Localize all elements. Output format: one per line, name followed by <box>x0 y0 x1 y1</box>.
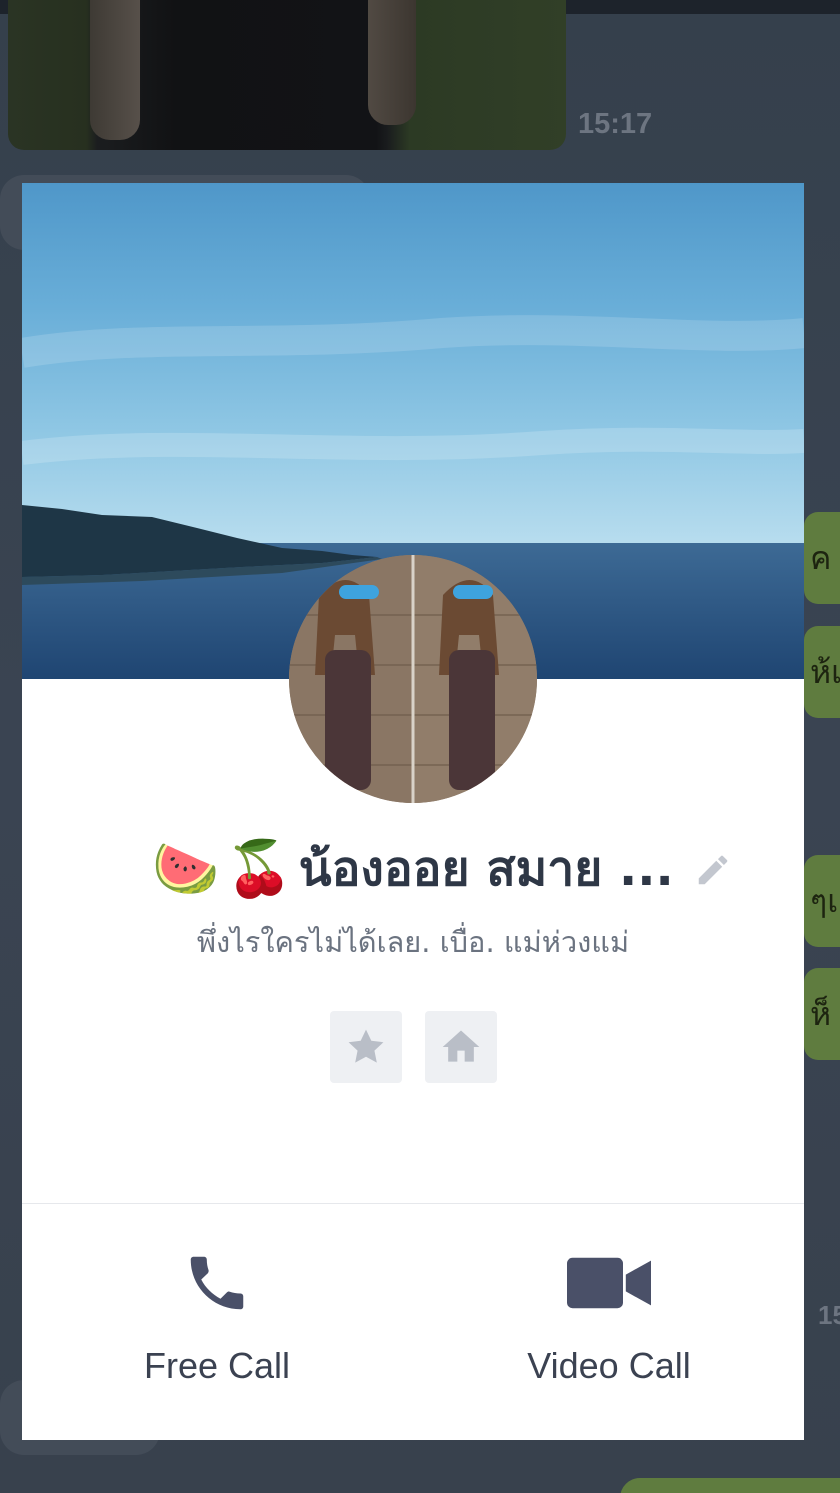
message-timestamp: 15 <box>818 1300 840 1330</box>
chat-bubble-right[interactable]: ๆเ <box>804 855 840 947</box>
video-call-label: Video Call <box>527 1345 691 1386</box>
profile-name-row: 🍉 🍒 น้องออย สมาย ... <box>22 833 804 905</box>
home-button[interactable] <box>425 1011 497 1083</box>
free-call-label: Free Call <box>143 1345 291 1386</box>
cherry-emoji: 🍒 <box>225 837 293 900</box>
free-call-button[interactable]: Free Call <box>67 1243 367 1393</box>
message-timestamp: 15:17 <box>578 108 653 140</box>
favorite-button[interactable] <box>330 1011 402 1083</box>
profile-card: 🍉 🍒 น้องออย สมาย ... พึ่งไรใครไม่ได้เลย.… <box>22 183 804 1440</box>
profile-avatar[interactable] <box>289 555 537 803</box>
video-call-button[interactable]: Video Call <box>459 1243 759 1393</box>
chat-bubble-right[interactable]: ห็ <box>804 968 840 1060</box>
video-camera-icon <box>567 1257 651 1309</box>
profile-name: น้องออย สมาย ... <box>298 841 674 897</box>
watermelon-emoji: 🍉 <box>152 837 220 900</box>
pencil-icon[interactable] <box>694 851 732 889</box>
chat-bubble-right[interactable]: ห้เ <box>804 626 840 718</box>
chat-bubble-right[interactable]: ค <box>804 512 840 604</box>
chat-bubble-right <box>620 1478 840 1493</box>
status-message: พึ่งไรใครไม่ได้เลย. เบื่อ. แม่ห่วงแม่ <box>196 925 630 959</box>
home-icon <box>442 1030 480 1062</box>
card-divider <box>22 1203 804 1204</box>
chat-photo-message[interactable] <box>8 0 566 150</box>
phone-icon <box>190 1256 244 1310</box>
star-icon <box>348 1029 384 1063</box>
